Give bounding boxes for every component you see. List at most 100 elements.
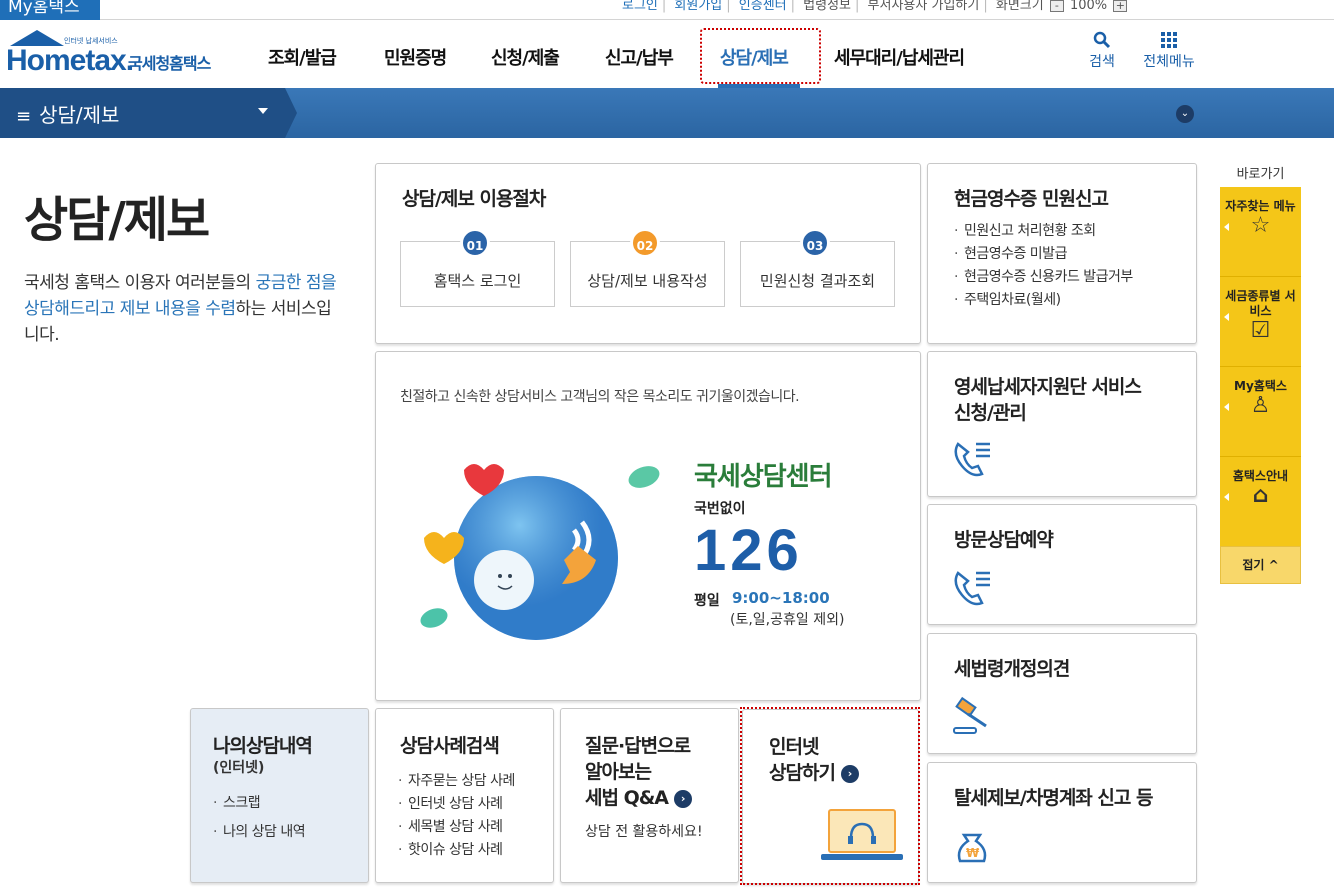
consult-center-card: 친절하고 신속한 상담서비스 고객님의 작은 목소리도 귀기울이겠습니다. 국세… <box>375 351 921 701</box>
zoom-in-button[interactable]: + <box>1113 0 1128 12</box>
qa-title-1: 질문·답변으로 <box>585 735 691 757</box>
checkbox-icon: ☑ <box>1250 318 1271 343</box>
money-bag-icon: ₩ <box>957 833 987 863</box>
list-item[interactable]: 인터넷 상담 사례 <box>398 793 515 816</box>
quick-title: 바로가기 <box>1236 167 1285 182</box>
zoom-label: 화면크기 <box>995 0 1044 13</box>
case-search-title: 상담사례검색 <box>400 735 500 757</box>
quick-label: 자주찾는 메뉴 <box>1225 199 1296 213</box>
star-icon: ☆ <box>1250 213 1271 238</box>
sub-menu-bar <box>0 88 1334 138</box>
list-item[interactable]: 스크랩 <box>213 789 305 818</box>
case-search-list: 자주묻는 상담 사례 인터넷 상담 사례 세목별 상담 사례 핫이슈 상담 사례 <box>398 770 515 862</box>
law-info-link[interactable]: 법령정보 <box>803 0 851 12</box>
tax-report-card[interactable]: 탈세제보/차명계좌 신고 등 ₩ <box>927 762 1197 883</box>
nav-certificate[interactable]: 민원증명 <box>384 44 447 70</box>
arrow-right-icon: › <box>673 789 692 808</box>
phone-list-icon <box>954 571 990 606</box>
quick-favorite-menu[interactable]: 자주찾는 메뉴 ☆ <box>1220 187 1301 277</box>
quick-fold-button[interactable]: 접기 ^ <box>1220 546 1301 584</box>
center-name: 국세상담센터 <box>694 462 833 492</box>
grid-icon <box>1161 32 1177 48</box>
quick-label: 홈택스안내 <box>1232 469 1289 483</box>
quick-hometax-guide[interactable]: 홈택스안내 ⌂ <box>1220 457 1301 547</box>
page-description: 국세청 홈택스 이용자 여러분들의 궁금한 점을 상담해드리고 제보 내용을 수… <box>24 273 337 345</box>
search-label: 검색 <box>1089 54 1115 70</box>
center-closed: (토,일,공휴일 제외) <box>730 612 845 628</box>
weekday-label: 평일 <box>694 593 720 609</box>
quick-tax-service[interactable]: 세금종류별 서비스 ☑ <box>1220 277 1301 367</box>
top-links: 로그인 | 회원가입 | 인증센터 | 법령정보 | 부서사용자 가입하기 | 화면크기 … <box>622 0 1129 18</box>
procedure-title: 상담/제보 이용절차 <box>402 188 546 210</box>
join-link[interactable]: 회원가입 <box>674 0 722 12</box>
svg-text:₩: ₩ <box>966 846 980 860</box>
my-hometax-tab[interactable]: My홈택스 <box>0 0 100 20</box>
all-menu-label: 전체메뉴 <box>1143 54 1195 70</box>
search-icon <box>1093 31 1111 49</box>
dropdown-caret-icon[interactable] <box>258 108 268 114</box>
quick-menu: 바로가기 자주찾는 메뉴 ☆ 세금종류별 서비스 ☑ My홈택스 ♙ 홈택스안내… <box>1220 165 1301 585</box>
person-icon: ♙ <box>1250 393 1271 418</box>
chevron-down-icon[interactable]: ⌄ <box>1176 105 1194 123</box>
no-area-code: 국번없이 <box>694 501 746 517</box>
nav-inquiry[interactable]: 조회/발급 <box>268 44 337 70</box>
law-opinion-title: 세법령개정의견 <box>954 658 1070 680</box>
step-badge: 02 <box>630 228 660 258</box>
quick-label: My홈택스 <box>1234 379 1287 393</box>
all-menu-button[interactable]: 전체메뉴 <box>1138 31 1200 71</box>
nav-tax-agent[interactable]: 세무대리/납세관리 <box>834 44 965 70</box>
quick-label: 세금종류별 서비스 <box>1225 289 1296 318</box>
list-item[interactable]: 현금영수증 미발급 <box>954 243 1133 266</box>
home-icon: ⌂ <box>1252 483 1269 508</box>
center-number: 126 <box>694 518 803 583</box>
cash-receipt-list: 민원신고 처리현황 조회 현금영수증 미발급 현금영수증 신용카드 발급거부 주… <box>954 220 1133 312</box>
list-item[interactable]: 주택임차료(월세) <box>954 289 1133 312</box>
hometax-logo[interactable]: 인터넷 납세서비스 Hometax. 국세청홈택스 <box>2 30 227 80</box>
page-title: 상담/제보 <box>24 192 210 248</box>
visit-title: 방문상담예약 <box>954 529 1054 551</box>
my-history-list: 스크랩 나의 상담 내역 <box>213 789 306 847</box>
my-history-sub: (인터넷) <box>213 760 265 776</box>
list-item[interactable]: 나의 상담 내역 <box>213 818 306 847</box>
gavel-icon <box>953 696 987 734</box>
qa-sub: 상담 전 활용하세요! <box>585 824 703 840</box>
my-history-title: 나의상담내역 <box>213 735 313 757</box>
center-hours: 9:00~18:00 <box>732 589 830 607</box>
cash-receipt-title: 현금영수증 민원신고 <box>954 188 1109 210</box>
nav-report-pay[interactable]: 신고/납부 <box>605 44 674 70</box>
cert-center-link[interactable]: 인증센터 <box>739 0 787 12</box>
list-item[interactable]: 핫이슈 상담 사례 <box>398 839 515 862</box>
list-item[interactable]: 민원신고 처리현황 조회 <box>954 220 1133 243</box>
phone-list-icon <box>954 442 990 477</box>
list-item[interactable]: 현금영수증 신용카드 발급거부 <box>954 266 1133 289</box>
zoom-value: 100% <box>1069 0 1108 13</box>
small-biz-card[interactable]: 영세납세자지원단 서비스 신청/관리 <box>927 351 1197 497</box>
nav-apply[interactable]: 신청/제출 <box>491 44 560 70</box>
qa-title-3: 세법 Q&A › <box>585 785 692 811</box>
submenu-selector[interactable]: ≡ 상담/제보 <box>16 99 119 128</box>
active-nav-highlight <box>700 28 821 84</box>
my-history-card[interactable]: 나의상담내역 (인터넷) 스크랩 나의 상담 내역 <box>190 708 369 883</box>
dept-join-link[interactable]: 부서사용자 가입하기 <box>868 0 980 12</box>
qa-title-2: 알아보는 <box>585 761 652 783</box>
cash-receipt-card[interactable]: 현금영수증 민원신고 민원신고 처리현황 조회 현금영수증 미발급 현금영수증 … <box>927 163 1197 344</box>
logo-kr: 국세청홈택스 <box>128 54 211 73</box>
phone-globe-illustration <box>420 464 618 640</box>
internet-consult-highlight <box>740 707 920 885</box>
law-opinion-card[interactable]: 세법령개정의견 <box>927 633 1197 754</box>
procedure-card: 상담/제보 이용절차 홈택스 로그인 상담/제보 내용작성 민원신청 결과조회 … <box>375 163 921 344</box>
quick-my-hometax[interactable]: My홈택스 ♙ <box>1220 367 1301 457</box>
tax-qa-card[interactable]: 질문·답변으로 알아보는 세법 Q&A › 상담 전 활용하세요! <box>560 708 739 883</box>
center-slogan: 친절하고 신속한 상담서비스 고객님의 작은 목소리도 귀기울이겠습니다. <box>400 389 800 405</box>
case-search-card[interactable]: 상담사례검색 자주묻는 상담 사례 인터넷 상담 사례 세목별 상담 사례 핫이… <box>375 708 554 883</box>
visit-reservation-card[interactable]: 방문상담예약 <box>927 504 1197 625</box>
list-item[interactable]: 자주묻는 상담 사례 <box>398 770 515 793</box>
hamburger-icon: ≡ <box>16 106 32 127</box>
zoom-out-button[interactable]: - <box>1049 0 1064 12</box>
step-badge: 01 <box>460 228 490 258</box>
login-link[interactable]: 로그인 <box>622 0 658 12</box>
small-biz-title: 영세납세자지원단 서비스 신청/관리 <box>954 376 1142 424</box>
tax-report-title: 탈세제보/차명계좌 신고 등 <box>954 787 1153 809</box>
search-button[interactable]: 검색 <box>1084 31 1120 71</box>
list-item[interactable]: 세목별 상담 사례 <box>398 816 515 839</box>
